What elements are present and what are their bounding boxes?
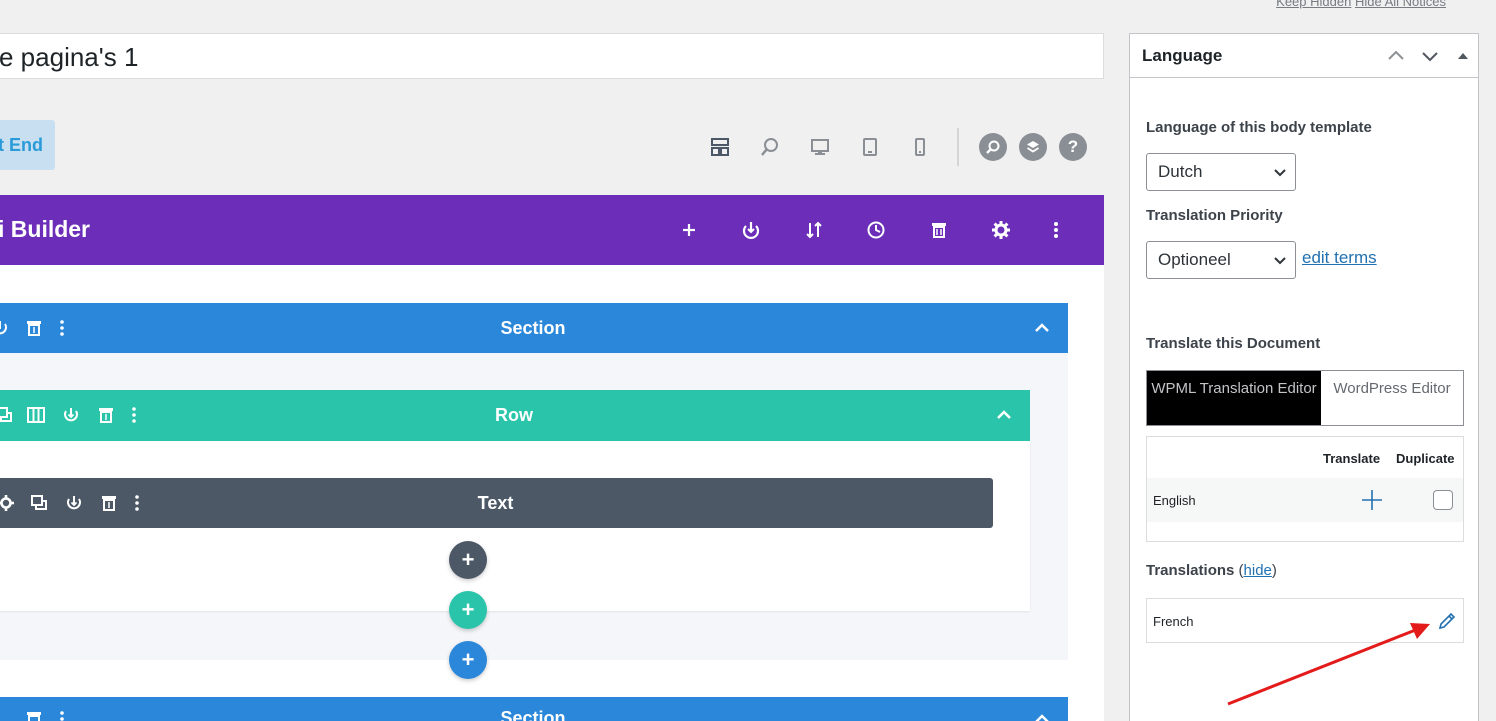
priority-select-value: Optioneel <box>1158 250 1231 269</box>
move-down-icon[interactable] <box>1420 46 1440 66</box>
table-row: English <box>1147 478 1463 522</box>
desktop-icon[interactable] <box>795 131 845 163</box>
build-on-front-end-button[interactable]: t End <box>0 120 55 170</box>
sort-icon[interactable] <box>802 218 826 242</box>
add-icon[interactable] <box>677 218 701 242</box>
language-panel-title: Language <box>1142 45 1223 65</box>
search-icon[interactable] <box>979 133 1007 161</box>
page-title-input[interactable]: e pagina's 1 <box>0 33 1104 79</box>
trash-icon[interactable] <box>927 218 951 242</box>
pencil-edit-icon[interactable] <box>1437 611 1457 631</box>
priority-select[interactable]: Optioneel <box>1146 241 1296 279</box>
settings-gear-icon[interactable] <box>989 218 1013 242</box>
translate-column-header: Translate <box>1323 451 1381 466</box>
keep-hidden-link[interactable]: Keep Hidden <box>1276 0 1351 9</box>
language-panel-header: Language <box>1130 34 1478 78</box>
row-module-bar[interactable]: Row <box>0 390 1030 441</box>
duplicate-column-header: Duplicate <box>1396 451 1455 466</box>
section-label: Section <box>500 318 566 338</box>
annotation-arrow-icon <box>1227 623 1430 706</box>
toggle-panel-icon[interactable] <box>1453 46 1473 66</box>
builder-canvas: Section Row Text + + + Section <box>0 265 1104 721</box>
text-label: Text <box>477 493 514 513</box>
section-module-bar[interactable]: Section <box>0 303 1068 353</box>
section2-collapse-icon[interactable] <box>1032 709 1052 721</box>
chevron-down-icon <box>1274 257 1286 265</box>
move-up-icon[interactable] <box>1386 46 1406 66</box>
paren-open: ( <box>1234 562 1244 579</box>
priority-label: Translation Priority <box>1146 207 1283 224</box>
notices-links: Keep Hidden Hide All Notices <box>1276 0 1446 9</box>
translated-language-name: French <box>1153 614 1194 629</box>
translations-label: Translations (hide) <box>1146 562 1277 579</box>
history-icon[interactable] <box>864 218 888 242</box>
section2-label: Section <box>500 708 566 721</box>
paren-close: ) <box>1271 562 1277 579</box>
hide-all-notices-link[interactable]: Hide All Notices <box>1355 0 1446 9</box>
more-options-icon[interactable] <box>1044 218 1068 242</box>
zoom-icon[interactable] <box>745 131 795 163</box>
phone-icon[interactable] <box>895 131 945 163</box>
builder-title: i Builder <box>0 216 91 242</box>
duplicate-checkbox[interactable] <box>1433 490 1453 510</box>
editor-choice-tabs: WPML Translation Editor WordPress Editor <box>1146 370 1464 426</box>
source-language-name: English <box>1153 493 1196 508</box>
divi-builder-header: i Builder <box>0 195 1104 265</box>
language-select[interactable]: Dutch <box>1146 153 1296 191</box>
help-icon[interactable]: ? <box>1059 133 1087 161</box>
second-section-bar[interactable]: Section <box>0 697 1068 721</box>
text-module-bar[interactable]: Text <box>0 478 993 528</box>
add-translation-icon[interactable] <box>1360 488 1384 512</box>
add-row-button[interactable]: + <box>449 591 487 629</box>
add-module-button[interactable]: + <box>449 541 487 579</box>
language-select-value: Dutch <box>1158 162 1203 181</box>
layers-icon[interactable] <box>1019 133 1047 161</box>
edit-terms-link[interactable]: edit terms <box>1302 248 1377 268</box>
portability-icon[interactable] <box>739 218 763 242</box>
language-label: Language of this body template <box>1146 119 1372 136</box>
row-collapse-icon[interactable] <box>994 405 1014 425</box>
view-mode-toolbar: ? <box>695 128 1099 166</box>
section-collapse-icon[interactable] <box>1032 318 1052 338</box>
translations-label-text: Translations <box>1146 562 1235 579</box>
wireframe-icon[interactable] <box>695 131 745 163</box>
add-section-button[interactable]: + <box>449 641 487 679</box>
tablet-icon[interactable] <box>845 131 895 163</box>
tab-wordpress-editor[interactable]: WordPress Editor <box>1321 371 1463 425</box>
toolbar-divider <box>957 128 959 166</box>
translation-status-table: Translate Duplicate English <box>1146 436 1464 542</box>
chevron-down-icon <box>1274 169 1286 177</box>
tab-wpml-translation-editor[interactable]: WPML Translation Editor <box>1147 371 1321 425</box>
row-label: Row <box>495 405 533 425</box>
translate-document-label: Translate this Document <box>1146 335 1321 352</box>
hide-translations-link[interactable]: hide <box>1244 562 1272 579</box>
